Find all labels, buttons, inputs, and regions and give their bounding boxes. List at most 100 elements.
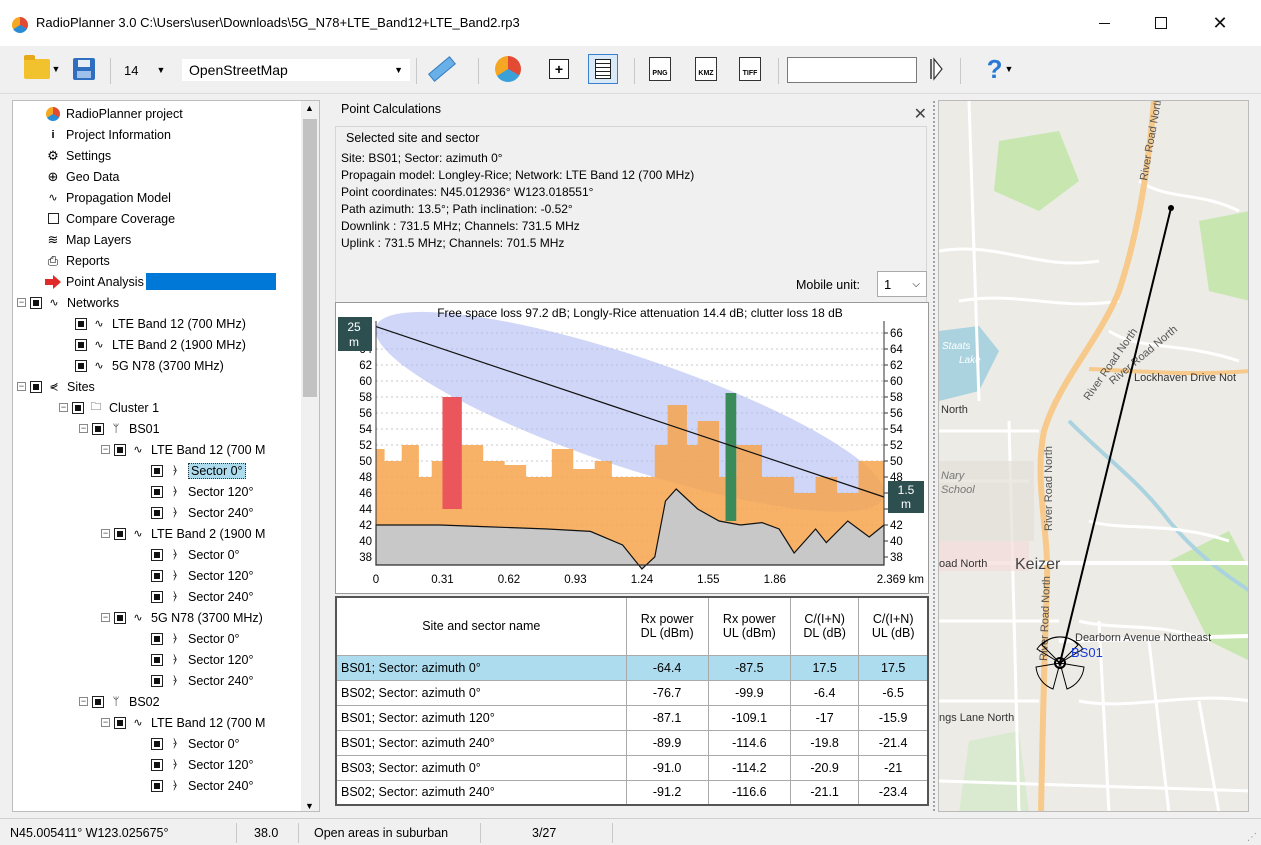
mobile-unit-select[interactable]: 1 ⌵ (877, 271, 927, 297)
scroll-down-icon[interactable]: ▼ (305, 801, 314, 811)
checkbox[interactable] (72, 401, 84, 414)
project-tree[interactable]: RadioPlanner project i Project Informatio… (12, 100, 320, 812)
checkbox[interactable] (151, 548, 163, 561)
checkbox[interactable] (151, 779, 163, 792)
tree-item-sector[interactable]: ⦒ Sector 240° (151, 670, 253, 691)
checkbox[interactable] (114, 527, 126, 540)
checkbox[interactable] (151, 758, 163, 771)
table-row[interactable]: BS01; Sector: azimuth 240° -89.9 -114.6 … (335, 729, 929, 756)
checkbox[interactable] (114, 611, 126, 624)
collapse-icon[interactable]: − (101, 445, 110, 454)
checkbox[interactable] (151, 632, 163, 645)
tree-scrollbar[interactable]: ▲ ▼ (301, 101, 319, 811)
resize-grip-icon[interactable]: ⋰ (1247, 832, 1257, 843)
tree-item-sector[interactable]: ⦒ Sector 0° (151, 628, 240, 649)
checkbox[interactable] (92, 422, 104, 435)
tree-node-sites[interactable]: − ⋞ Sites (17, 376, 95, 397)
checkbox[interactable] (151, 569, 163, 582)
tree-item-sector[interactable]: ⦒ Sector 0° (151, 460, 246, 481)
close-panel-icon[interactable]: ✕ (914, 104, 927, 124)
checkbox[interactable] (75, 359, 87, 372)
collapse-icon[interactable]: − (59, 403, 68, 412)
checkbox[interactable] (75, 338, 87, 351)
calculate-coverage-button[interactable] (490, 54, 526, 84)
tree-root-project[interactable]: RadioPlanner project (45, 103, 183, 124)
open-project-button[interactable]: ▼ (20, 54, 64, 84)
tree-item-map-layers[interactable]: ≋ Map Layers (45, 229, 132, 250)
tree-item-network-n78[interactable]: ∿ 5G N78 (3700 MHz) (75, 355, 224, 376)
collapse-icon[interactable]: − (101, 529, 110, 538)
collapse-icon[interactable]: − (101, 613, 110, 622)
help-button[interactable]: ? ▼ (978, 54, 1022, 84)
table-row[interactable]: BS02; Sector: azimuth 240° -91.2 -116.6 … (335, 779, 929, 806)
tree-item-network-band12[interactable]: ∿ LTE Band 12 (700 MHz) (75, 313, 246, 334)
checkbox[interactable] (151, 590, 163, 603)
scrollbar-thumb[interactable] (303, 119, 317, 397)
tree-node-site-bs01[interactable]: − ᛘ BS01 (79, 418, 160, 439)
checkbox[interactable] (114, 716, 126, 729)
point-list-button[interactable] (588, 54, 618, 84)
checkbox[interactable] (30, 380, 42, 393)
tree-item-project-information[interactable]: i Project Information (45, 124, 170, 145)
tree-item-reports[interactable]: ⎙ Reports (45, 250, 110, 271)
save-button[interactable] (70, 54, 98, 84)
tree-item-sector[interactable]: ⦒ Sector 0° (151, 733, 240, 754)
tree-node-bs01-band12[interactable]: − ∿ LTE Band 12 (700 M (101, 439, 265, 460)
checkbox[interactable] (151, 653, 163, 666)
map-canvas[interactable]: River Road North River Road North River … (939, 101, 1249, 812)
checkbox[interactable] (92, 695, 104, 708)
coordinate-search-input[interactable] (787, 57, 917, 83)
tree-item-geo-data[interactable]: ⊕ Geo Data (45, 166, 120, 187)
scroll-up-icon[interactable]: ▲ (305, 103, 314, 113)
minimize-button[interactable] (1081, 0, 1127, 46)
tree-item-sector[interactable]: ⦒ Sector 120° (151, 565, 253, 586)
table-row[interactable]: BS02; Sector: azimuth 0° -76.7 -99.9 -6.… (335, 679, 929, 706)
export-png-button[interactable]: PNG (646, 54, 674, 84)
tree-item-sector[interactable]: ⦒ Sector 240° (151, 775, 253, 796)
export-kmz-button[interactable]: KMZ (692, 54, 720, 84)
tree-item-sector[interactable]: ⦒ Sector 240° (151, 502, 253, 523)
map-view[interactable]: River Road North River Road North River … (938, 100, 1249, 812)
tree-item-point-analysis[interactable]: Point Analysis (45, 271, 276, 292)
go-button[interactable] (924, 54, 948, 84)
measurement-point-icon[interactable] (1168, 205, 1174, 211)
tree-node-bs01-band2[interactable]: − ∿ LTE Band 2 (1900 M (101, 523, 265, 544)
zoom-level-select[interactable]: 14 ▼ (124, 59, 174, 81)
tree-node-bs02-band12[interactable]: − ∿ LTE Band 12 (700 M (101, 712, 265, 733)
checkbox[interactable] (151, 485, 163, 498)
tree-item-network-band2[interactable]: ∿ LTE Band 2 (1900 MHz) (75, 334, 246, 355)
export-tiff-button[interactable]: TIFF (736, 54, 764, 84)
checkbox[interactable] (114, 443, 126, 456)
panel-splitter[interactable] (932, 100, 936, 812)
collapse-icon[interactable]: − (17, 298, 26, 307)
collapse-icon[interactable]: − (79, 697, 88, 706)
tree-node-networks[interactable]: − ∿ Networks (17, 292, 119, 313)
checkbox[interactable] (30, 296, 42, 309)
tree-node-site-bs02[interactable]: − ᛘ BS02 (79, 691, 160, 712)
table-row[interactable]: BS03; Sector: azimuth 0° -91.0 -114.2 -2… (335, 754, 929, 781)
collapse-icon[interactable]: − (101, 718, 110, 727)
checkbox[interactable] (75, 317, 87, 330)
add-site-button[interactable]: + (544, 54, 574, 84)
tree-node-cluster[interactable]: − 🗀 Cluster 1 (59, 397, 159, 418)
tree-item-sector[interactable]: ⦒ Sector 0° (151, 544, 240, 565)
checkbox[interactable] (151, 674, 163, 687)
collapse-icon[interactable]: − (79, 424, 88, 433)
checkbox[interactable] (151, 737, 163, 750)
map-site-label[interactable]: BS01 (1071, 645, 1103, 660)
collapse-icon[interactable]: − (17, 382, 26, 391)
tree-item-sector[interactable]: ⦒ Sector 120° (151, 649, 253, 670)
table-row[interactable]: BS01; Sector: azimuth 120° -87.1 -109.1 … (335, 704, 929, 731)
checkbox[interactable] (151, 464, 163, 477)
tree-item-sector[interactable]: ⦒ Sector 240° (151, 586, 253, 607)
tree-item-settings[interactable]: ⚙ Settings (45, 145, 111, 166)
tree-item-propagation-model[interactable]: ∿ Propagation Model (45, 187, 171, 208)
ruler-button[interactable] (424, 54, 460, 84)
map-source-select[interactable]: OpenStreetMap ▼ (182, 59, 410, 81)
tree-item-sector[interactable]: ⦒ Sector 120° (151, 754, 253, 775)
tree-item-sector[interactable]: ⦒ Sector 120° (151, 481, 253, 502)
close-button[interactable]: ✕ (1197, 0, 1243, 46)
tree-node-bs01-n78[interactable]: − ∿ 5G N78 (3700 MHz) (101, 607, 263, 628)
checkbox[interactable] (151, 506, 163, 519)
maximize-button[interactable] (1138, 0, 1184, 46)
